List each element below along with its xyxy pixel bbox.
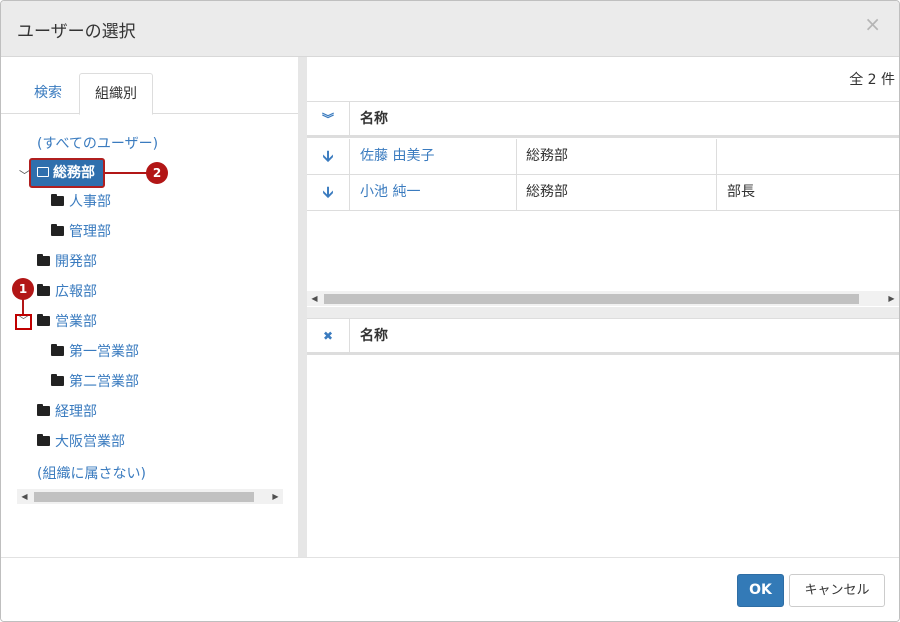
- tree-item-label: 経理部: [55, 404, 97, 420]
- folder-icon: [37, 314, 50, 326]
- folder-icon: [37, 434, 50, 446]
- folder-icon: [37, 404, 50, 416]
- annotation-connector-1: [22, 299, 24, 314]
- annotation-connector-2: [105, 172, 147, 174]
- grid-horizontal-scrollbar[interactable]: ◀ ▶: [307, 291, 899, 306]
- column-header-name: 名称: [360, 111, 388, 127]
- annotation-badge-2: 2: [146, 162, 168, 184]
- table-row: 🡫 佐藤 由美子 総務部: [307, 139, 899, 175]
- folder-icon: [51, 194, 64, 206]
- user-department: 総務部: [516, 139, 716, 174]
- tree-item-label: 第一営業部: [69, 344, 139, 360]
- selected-grid-header: ✖ 名称: [307, 318, 899, 355]
- candidate-grid-header: ︾ 名称: [307, 101, 899, 138]
- tree-item-daini[interactable]: 第二営業部: [51, 372, 139, 392]
- close-icon[interactable]: ×: [864, 13, 881, 35]
- tree-item-osaka[interactable]: 大阪営業部: [37, 432, 125, 452]
- scroll-right-arrow-icon[interactable]: ▶: [884, 291, 899, 306]
- table-row: 🡫 小池 純一 総務部 部長: [307, 175, 899, 211]
- dialog-header: ユーザーの選択 ×: [1, 1, 899, 57]
- tree-item-label: 管理部: [69, 224, 111, 240]
- tree-item-eigyou[interactable]: 営業部: [37, 312, 97, 332]
- tab-organization[interactable]: 組織別: [79, 73, 153, 115]
- scroll-left-arrow-icon[interactable]: ◀: [307, 291, 322, 306]
- tree-item-selected-label: 総務部: [53, 165, 95, 181]
- left-pane: 検索 組織別 (すべてのユーザー) ﹀ 総務部 2 人事部 管理部 開発部 1 …: [1, 57, 298, 557]
- ok-button[interactable]: OK: [737, 574, 784, 607]
- user-department: 総務部: [516, 175, 716, 210]
- user-name-link[interactable]: 小池 純一: [360, 175, 420, 210]
- tree-item-label: 人事部: [69, 194, 111, 210]
- user-select-dialog: ユーザーの選択 × 検索 組織別 (すべてのユーザー) ﹀ 総務部 2 人事部 …: [0, 0, 900, 622]
- chevron-down-icon[interactable]: ﹀: [15, 314, 32, 330]
- column-header-name: 名称: [360, 328, 388, 344]
- tab-bar: 検索 組織別: [1, 73, 298, 115]
- add-arrow-icon[interactable]: 🡫: [307, 175, 350, 210]
- tree-item-keiri[interactable]: 経理部: [37, 402, 97, 422]
- dialog-footer: OK キャンセル: [1, 557, 899, 621]
- add-arrow-icon[interactable]: 🡫: [307, 139, 350, 174]
- pane-splitter[interactable]: [298, 57, 307, 557]
- user-position: 部長: [716, 175, 899, 210]
- tree-item-no-org[interactable]: (組織に属さない): [37, 463, 146, 483]
- folder-icon: [51, 344, 64, 356]
- tab-search[interactable]: 検索: [17, 73, 79, 114]
- remove-all-icon[interactable]: ✖: [307, 319, 350, 353]
- tree-item-label: 第二営業部: [69, 374, 139, 390]
- tree-item-daiichi[interactable]: 第一営業部: [51, 342, 139, 362]
- folder-icon: [51, 224, 64, 236]
- folder-icon: [51, 374, 64, 386]
- tree-item-label: 広報部: [55, 284, 97, 300]
- tree-item-kouhou[interactable]: 広報部: [37, 282, 97, 302]
- scrollbar-thumb[interactable]: [324, 294, 859, 304]
- scroll-left-arrow-icon[interactable]: ◀: [17, 489, 32, 504]
- tree-item-all-users[interactable]: (すべてのユーザー): [37, 133, 158, 153]
- add-all-icon[interactable]: ︾: [307, 102, 350, 136]
- right-pane: 全 2 件 ︾ 名称 🡫 佐藤 由美子 総務部 🡫 小池 純一 総務部 部長 ◀…: [307, 57, 899, 557]
- scrollbar-thumb[interactable]: [34, 492, 254, 502]
- annotation-badge-1: 1: [12, 278, 34, 300]
- tree-item-jinji[interactable]: 人事部: [51, 192, 111, 212]
- tree-horizontal-scrollbar[interactable]: ◀ ▶: [17, 489, 283, 504]
- cancel-button[interactable]: キャンセル: [789, 574, 885, 607]
- folder-open-icon: [37, 167, 49, 177]
- tree-item-label: 大阪営業部: [55, 434, 125, 450]
- user-position: [716, 139, 899, 174]
- dialog-title: ユーザーの選択: [17, 22, 136, 42]
- tree-item-kaihatsu[interactable]: 開発部: [37, 252, 97, 272]
- folder-icon: [37, 284, 50, 296]
- folder-icon: [37, 254, 50, 266]
- tree-item-label: 営業部: [55, 314, 97, 330]
- tree-item-kanri[interactable]: 管理部: [51, 222, 111, 242]
- user-name-link[interactable]: 佐藤 由美子: [360, 139, 434, 174]
- scroll-right-arrow-icon[interactable]: ▶: [268, 489, 283, 504]
- tree-item-label: 開発部: [55, 254, 97, 270]
- result-count: 全 2 件: [849, 72, 895, 88]
- tree-item-selected[interactable]: 総務部: [29, 158, 105, 188]
